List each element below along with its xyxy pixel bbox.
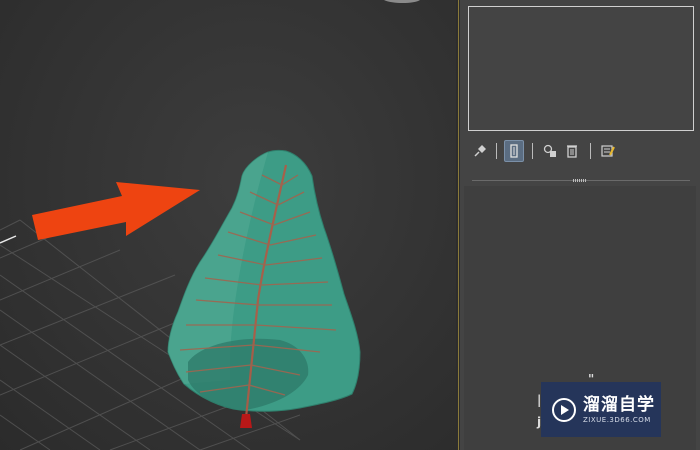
show-end-result-icon (510, 144, 518, 158)
modifier-stack-toolbar (468, 140, 694, 162)
viewport-scene (0, 0, 420, 450)
annotation-arrow (32, 182, 200, 240)
viewcube-edge[interactable] (384, 0, 420, 3)
toolbar-separator (590, 143, 591, 159)
play-logo-icon (552, 397, 576, 422)
configure-modifier-sets-button[interactable] (598, 140, 618, 162)
configure-modifier-sets-icon (601, 145, 615, 157)
watermark-url: ZIXUE.3D66.COM (583, 415, 651, 424)
modifier-stack-list[interactable] (468, 6, 694, 131)
remove-modifier-icon (567, 145, 577, 158)
pin-stack-icon (474, 145, 486, 157)
watermark-title: 溜溜自学 (583, 394, 655, 415)
make-unique-icon (543, 144, 556, 157)
leaf-stem (240, 414, 252, 428)
toolbar-separator (496, 143, 497, 159)
viewport-border (458, 0, 459, 450)
viewport-perspective[interactable] (0, 0, 456, 450)
show-end-result-button[interactable] (504, 140, 524, 162)
rollout-drag-handle[interactable] (573, 179, 587, 182)
make-unique-button[interactable] (540, 140, 560, 162)
watermark-badge: 溜溜自学 ZIXUE.3D66.COM (541, 382, 661, 437)
pin-stack-button[interactable] (470, 140, 490, 162)
grid-axis-line (0, 235, 17, 244)
leaf-model[interactable] (167, 149, 361, 428)
toolbar-separator (532, 143, 533, 159)
remove-modifier-button[interactable] (562, 140, 582, 162)
